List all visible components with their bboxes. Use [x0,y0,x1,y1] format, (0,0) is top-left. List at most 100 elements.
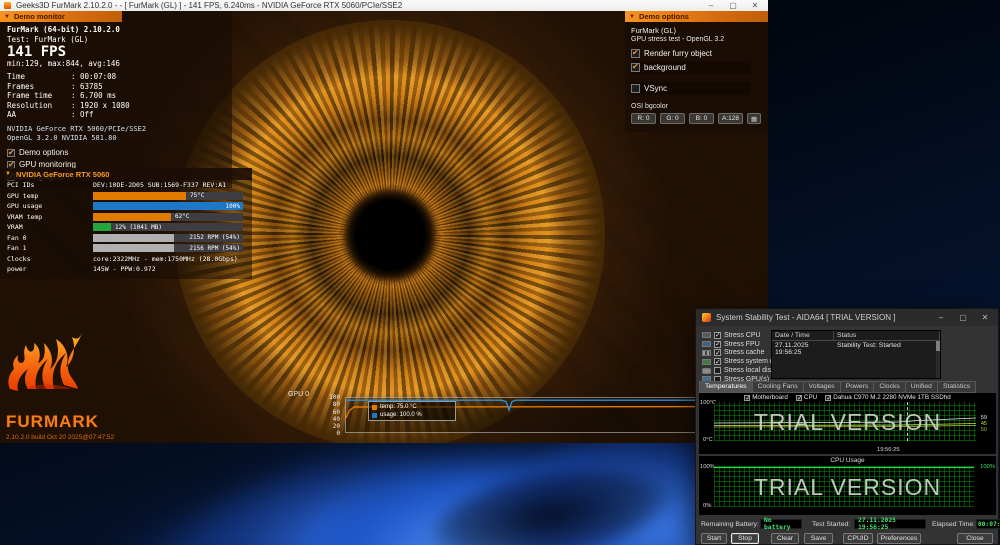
cpu-usage-value: 100% [980,464,995,470]
cpuid-button[interactable]: CPUID [843,533,873,544]
save-button[interactable]: Save [804,533,833,544]
maximize-icon[interactable]: ▢ [952,309,974,326]
collapse-triangle-icon: ▼ [5,171,11,177]
tab-statistics[interactable]: Statistics [937,381,977,393]
fan1-row: Fan 1 2156 RPM (54%) [0,243,252,254]
stat-row-aa: AA: Off [7,110,94,119]
screen: Geeks3D FurMark 2.10.2.0 - - [ FurMark (… [0,0,1000,545]
gpu-temp-bar: 75°C [93,191,243,200]
preferences-button[interactable]: Preferences [877,533,921,544]
demo-options-test-desc: GPU stress test - OpenGL 3.2 [631,36,725,43]
scrollbar-thumb[interactable] [936,341,940,351]
stop-button[interactable]: Stop [731,533,759,544]
x-axis-time-label: 19:56:25 [877,447,900,453]
tab-temperatures[interactable]: Temperatures [699,381,753,393]
ssd-temp-value: 50 [980,427,987,433]
demo-monitor-header-label: Demo monitor [13,12,65,21]
aida64-app-icon [702,313,711,322]
start-button[interactable]: Start [701,533,727,544]
demo-monitor-header[interactable]: ▼ Demo monitor [0,11,122,22]
furmark-test-line: Test: FurMark (GL) [7,34,89,44]
collapse-triangle-icon: ▼ [629,13,635,20]
color-picker-icon[interactable]: ▦ [747,113,762,124]
cpu-usage-graph: CPU Usage 100% 0% 100% TRIAL VERSION [699,456,996,515]
checkbox-demo-options[interactable]: Demo options [7,148,232,159]
tab-unified[interactable]: Unified [905,381,938,393]
vram-row: VRAM 12% (1041 MB) [0,222,252,233]
temperature-lines [714,417,976,428]
furmark-title: Geeks3D FurMark 2.10.2.0 - - [ FurMark (… [16,1,403,10]
checkbox-icon [714,331,721,339]
fps-readout: 141 FPS [7,44,67,60]
time-cursor-line [907,402,908,441]
stat-row-time: Time: 00:07:08 [7,72,117,81]
vram-bar: 12% (1041 MB) [93,223,243,232]
gpu0-graph-legend: temp: 75.0 °C usage: 100.0 % [368,401,456,421]
cpu-usage-title: CPU Usage [830,457,865,464]
power-row: power 145W - PPW:0.972 [7,265,156,274]
temperature-legend: Motherboard CPU Dahua C970 M.2 2280 NVMe… [699,394,996,402]
demo-options-header[interactable]: ▼ Demo options [625,11,768,22]
minimize-icon[interactable]: – [930,309,952,326]
clear-button[interactable]: Clear [771,533,799,544]
gpu-usage-bar: 100% [93,202,243,211]
battery-value: No battery [760,517,802,531]
legend-temp: temp: 75.0 °C [372,403,452,411]
status-log-table[interactable]: Date / Time Status 27.11.2025 19:56:25 S… [771,330,941,379]
temperature-graph: Motherboard CPU Dahua C970 M.2 2280 NVMe… [699,393,996,454]
pci-ids-row: PCI IDs DEV:10DE-2D05 SUB:1569-F337 REV:A… [7,181,227,190]
fan0-row: Fan 0 2152 RPM (54%) [0,233,252,244]
gpu0-y-axis: 100 80 60 40 20 0 [329,394,340,438]
gpu-temp-row: GPU temp 75°C [0,191,252,202]
furmark-wordmark: FURMARK [6,412,99,431]
checkbox-icon [631,62,640,72]
checkbox-background[interactable]: background [631,61,751,74]
legend-usage: usage: 100.0 % [372,411,452,419]
close-icon[interactable]: ✕ [744,0,766,11]
bgcolor-a-button[interactable]: A:128 [718,113,743,124]
checkbox-icon [714,349,721,357]
checkbox-render-furry-object[interactable]: Render furry object [631,47,768,60]
legend-motherboard[interactable]: Motherboard [744,394,788,402]
bgcolor-b-button[interactable]: B: 0 [689,113,714,124]
graph-tabs: Temperatures Cooling Fans Voltages Power… [699,381,977,393]
demo-options-test-name: FurMark (GL) [631,26,676,35]
checkbox-vsync[interactable]: VSync [631,82,751,95]
cache-icon [702,349,711,356]
temperature-plot [714,402,976,441]
fan0-bar: 2152 RPM (54%) [93,233,243,242]
tab-powers[interactable]: Powers [840,381,875,393]
close-icon[interactable]: ✕ [974,309,996,326]
vram-temp-bar: 62°C [93,212,243,221]
demo-options-header-label: Demo options [638,12,689,21]
aida-footer-buttons: Start Stop Clear Save CPUID Preferences … [696,533,998,545]
test-started-label: Test Started: [812,521,851,528]
memory-icon [702,358,711,365]
table-scrollbar[interactable] [936,341,940,378]
furmark-version-line: FurMark (64-bit) 2.10.2.0 [7,25,120,34]
legend-ssd[interactable]: Dahua C970 M.2 2280 NVMe 1TB SSDhd [825,394,951,402]
clocks-row: Clocks core:2322MHz - mem:1750MHz (28.0Gb… [7,254,238,263]
minimize-icon[interactable]: – [700,0,722,11]
table-row: 27.11.2025 19:56:25 Stability Test: Star… [775,342,901,356]
aida-footer-info: Remaining Battery: No battery Test Start… [696,517,1000,531]
checkbox-icon [7,148,15,158]
bgcolor-g-button[interactable]: G: 0 [660,113,685,124]
bgcolor-r-button[interactable]: R: 0 [631,113,656,124]
aida64-titlebar[interactable]: System Stability Test - AIDA64 [ TRIAL V… [696,309,998,326]
aida64-title: System Stability Test - AIDA64 [ TRIAL V… [716,313,896,322]
cpu-icon [702,332,711,339]
legend-cpu[interactable]: CPU [795,394,817,402]
tab-cooling-fans[interactable]: Cooling Fans [752,381,804,393]
furmark-titlebar[interactable]: Geeks3D FurMark 2.10.2.0 - - [ FurMark (… [0,0,768,11]
maximize-icon[interactable]: ▢ [722,0,744,11]
temp-legend-swatch [372,404,377,410]
checkbox-icon [631,48,640,58]
stat-row-frametime: Frame time: 6.700 ms [7,91,117,100]
close-button[interactable]: Close [957,533,993,544]
gpu-usage-row: GPU usage 100% [0,201,252,212]
tab-clocks[interactable]: Clocks [874,381,906,393]
aida64-window: System Stability Test - AIDA64 [ TRIAL V… [695,308,1000,545]
tab-voltages[interactable]: Voltages [803,381,841,393]
gpu-panel-header[interactable]: ▼ NVIDIA GeForce RTX 5060 [0,168,252,180]
